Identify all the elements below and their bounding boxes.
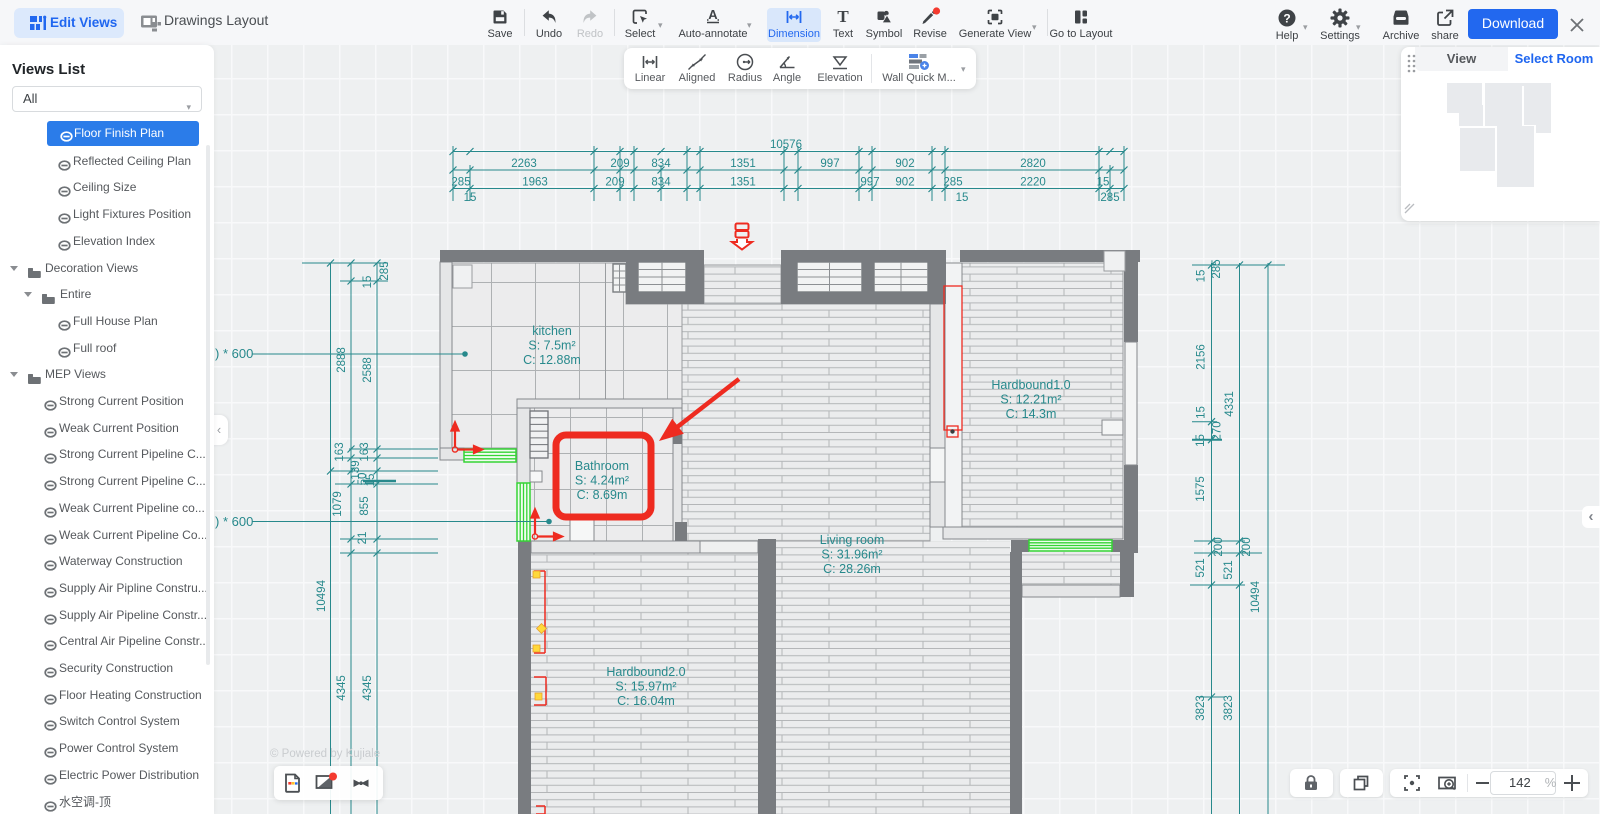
svg-text:21: 21 (357, 532, 369, 545)
svg-text:) * 600: ) * 600 (215, 346, 253, 361)
svg-text:200: 200 (1213, 537, 1225, 556)
svg-text:521: 521 (1195, 558, 1207, 577)
svg-text:C: 16.04m: C: 16.04m (617, 694, 675, 708)
svg-text:15: 15 (1196, 406, 1208, 419)
svg-text:S: 4.24m²: S: 4.24m² (575, 474, 629, 488)
svg-text:15: 15 (362, 276, 374, 289)
svg-text:285: 285 (1100, 192, 1119, 204)
svg-text:2220: 2220 (1020, 177, 1046, 189)
svg-text:) * 600: ) * 600 (215, 514, 253, 529)
svg-text:?: ? (1283, 12, 1290, 26)
svg-text:1079: 1079 (332, 491, 344, 517)
svg-text:Living room: Living room (820, 533, 885, 547)
svg-text:3823: 3823 (1223, 695, 1235, 721)
svg-text:209: 209 (610, 158, 629, 170)
svg-text:997: 997 (860, 177, 879, 189)
svg-text:285: 285 (1211, 259, 1223, 278)
svg-text:1351: 1351 (730, 177, 756, 189)
svg-text:902: 902 (895, 177, 914, 189)
svg-text:163: 163 (359, 442, 371, 461)
svg-text:Hardbound1.0: Hardbound1.0 (991, 378, 1070, 392)
svg-text:2588: 2588 (362, 357, 374, 383)
svg-text:10494: 10494 (316, 579, 328, 612)
svg-text:2888: 2888 (336, 347, 348, 373)
svg-text:4345: 4345 (362, 675, 374, 701)
svg-text:C: 12.88m: C: 12.88m (523, 353, 581, 367)
svg-text:4345: 4345 (336, 675, 348, 701)
svg-text:2263: 2263 (511, 158, 537, 170)
svg-text:C: 8.69m: C: 8.69m (577, 488, 628, 502)
svg-text:3823: 3823 (1195, 695, 1207, 721)
svg-text:S: 31.96m²: S: 31.96m² (821, 548, 882, 562)
svg-text:C: 28.26m: C: 28.26m (823, 562, 881, 576)
svg-text:4331: 4331 (1224, 391, 1236, 417)
svg-text:902: 902 (895, 158, 914, 170)
svg-text:kitchen: kitchen (532, 324, 572, 338)
svg-text:2820: 2820 (1020, 158, 1046, 170)
svg-text:10494: 10494 (1250, 580, 1262, 613)
svg-text:S: 7.5m²: S: 7.5m² (528, 339, 575, 353)
svg-text:521: 521 (1223, 560, 1235, 579)
svg-text:834: 834 (651, 177, 671, 189)
svg-text:209: 209 (605, 177, 624, 189)
svg-text:15: 15 (1196, 270, 1208, 283)
svg-text:S: 12.21m²: S: 12.21m² (1000, 393, 1061, 407)
svg-text:15: 15 (464, 192, 477, 204)
svg-text:834: 834 (651, 158, 671, 170)
svg-text:Hardbound2.0: Hardbound2.0 (606, 665, 685, 679)
svg-text:270: 270 (1212, 421, 1224, 440)
svg-text:1575: 1575 (1195, 476, 1207, 502)
svg-text:163: 163 (334, 442, 346, 461)
svg-text:285: 285 (379, 261, 391, 280)
svg-text:15: 15 (1195, 434, 1207, 447)
svg-text:285: 285 (451, 177, 470, 189)
svg-text:285: 285 (943, 177, 962, 189)
svg-text:A: A (708, 7, 718, 22)
svg-text:200: 200 (1241, 537, 1253, 556)
svg-text:15: 15 (956, 192, 969, 204)
svg-text:1963: 1963 (522, 177, 548, 189)
svg-text:2156: 2156 (1196, 344, 1208, 370)
svg-text:855: 855 (359, 496, 371, 515)
svg-text:© Powered by Kujiale: © Powered by Kujiale (270, 748, 380, 760)
svg-text:997: 997 (820, 158, 839, 170)
svg-text:S: 15.97m²: S: 15.97m² (615, 680, 676, 694)
svg-text:1351: 1351 (730, 158, 756, 170)
svg-text:15: 15 (1097, 177, 1110, 189)
svg-text:C: 14.3m: C: 14.3m (1006, 407, 1057, 421)
svg-text:Bathroom: Bathroom (575, 459, 629, 473)
svg-text:15: 15 (365, 474, 377, 487)
svg-text:10576: 10576 (770, 139, 802, 151)
